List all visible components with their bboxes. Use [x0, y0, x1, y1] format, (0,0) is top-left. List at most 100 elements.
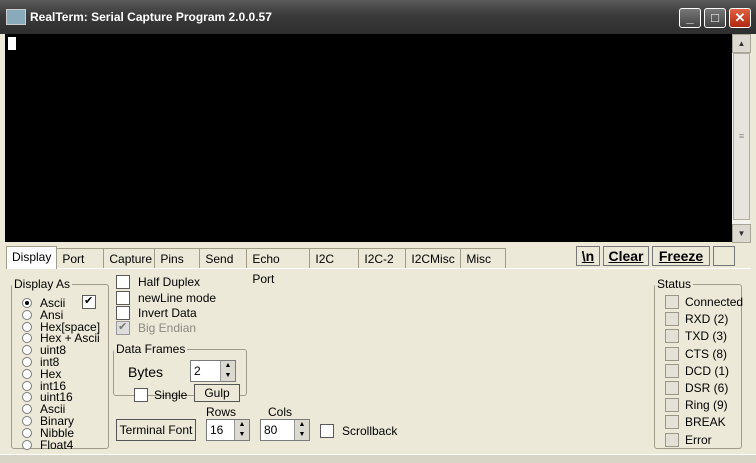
status-item: RXD (2): [665, 312, 729, 327]
radio-button[interactable]: [22, 368, 32, 379]
radio-button[interactable]: [22, 345, 32, 356]
tab-echo-port[interactable]: Echo Port: [246, 248, 311, 286]
cols-spinner[interactable]: 80 ▲ ▼: [260, 419, 310, 441]
scroll-up-icon[interactable]: ▲: [732, 34, 751, 53]
half-duplex-label: Half Duplex: [138, 275, 201, 289]
radio-button[interactable]: [22, 439, 32, 450]
radio-button[interactable]: [22, 392, 32, 403]
half-duplex-row[interactable]: Half Duplex: [116, 275, 200, 289]
spin-down-icon[interactable]: ▼: [294, 430, 309, 440]
big-endian-checkbox: [116, 320, 130, 335]
data-frames-legend: Data Frames: [116, 342, 186, 356]
tab-pins[interactable]: Pins: [154, 248, 201, 269]
spin-down-icon[interactable]: ▼: [234, 430, 249, 440]
status-indicator: [665, 432, 679, 447]
bytes-label: Bytes: [128, 364, 164, 380]
display-as-group: Display As AsciiAnsiHex[space]Hex + Asci…: [11, 277, 109, 452]
clear-button[interactable]: Clear: [603, 246, 649, 266]
cols-value: 80: [264, 423, 278, 437]
scroll-thumb[interactable]: ≡: [733, 53, 750, 220]
minimize-button[interactable]: _: [679, 8, 701, 28]
status-item: DCD (1): [665, 363, 729, 378]
close-button[interactable]: ✕: [729, 8, 751, 28]
tab-port[interactable]: Port: [56, 248, 105, 269]
tab-i2c-2[interactable]: I2C-2: [358, 248, 407, 269]
invert-data-row[interactable]: Invert Data: [116, 306, 197, 320]
status-item-label: Connected: [685, 295, 744, 309]
radio-button[interactable]: [22, 404, 32, 415]
tab-i2cmisc[interactable]: I2CMisc: [405, 248, 462, 269]
rows-label: Rows: [206, 405, 237, 419]
radio-button[interactable]: [22, 333, 32, 344]
half-duplex-checkbox[interactable]: [116, 275, 130, 289]
status-item-label: DCD (1): [685, 363, 729, 378]
spin-down-icon[interactable]: ▼: [220, 371, 235, 381]
status-item: Error: [665, 432, 712, 447]
single-label: Single: [154, 388, 188, 402]
radio-button[interactable]: [22, 309, 32, 320]
bytes-spinner[interactable]: 2 ▲ ▼: [190, 360, 236, 382]
status-item: Connected: [665, 295, 743, 309]
radio-button[interactable]: [22, 298, 32, 308]
tab-misc[interactable]: Misc: [460, 248, 507, 269]
gulp-button[interactable]: Gulp: [194, 384, 240, 402]
invert-data-checkbox[interactable]: [116, 306, 130, 320]
display-as-option[interactable]: Float4: [22, 437, 74, 452]
text-cursor: [8, 37, 16, 50]
tab-capture[interactable]: Capture: [103, 248, 156, 269]
radio-button[interactable]: [22, 357, 32, 367]
scrollback-row[interactable]: Scrollback: [320, 424, 397, 438]
status-item-label: TXD (3): [685, 329, 727, 344]
radio-button[interactable]: [22, 380, 32, 391]
status-item: TXD (3): [665, 329, 727, 344]
display-as-checkbox[interactable]: [82, 294, 96, 309]
tab-i2c[interactable]: I2C: [309, 248, 360, 269]
status-legend: Status: [657, 277, 692, 291]
radio-button[interactable]: [22, 416, 32, 426]
big-endian-label: Big Endian: [138, 321, 197, 335]
terminal-scrollbar[interactable]: ▲ ≡ ▼: [732, 34, 751, 243]
newline-mode-label: newLine mode: [138, 291, 217, 305]
tab-send[interactable]: Send: [199, 248, 248, 269]
status-indicator: [665, 363, 679, 378]
title-bar: RealTerm: Serial Capture Program 2.0.0.5…: [0, 0, 756, 34]
scroll-down-icon[interactable]: ▼: [732, 224, 751, 243]
single-checkbox[interactable]: [134, 388, 148, 402]
status-item-label: Ring (9): [685, 398, 728, 413]
terminal-output[interactable]: [5, 34, 732, 242]
status-item-label: RXD (2): [685, 312, 729, 327]
status-item-label: BREAK: [685, 415, 726, 430]
display-as-option-label: Float4: [40, 437, 74, 452]
status-item: BREAK: [665, 415, 726, 430]
radio-button[interactable]: [22, 427, 32, 438]
data-frames-group: Data Frames Bytes 2 ▲ ▼ Single Gulp: [113, 342, 247, 402]
display-tab-panel: Display As AsciiAnsiHex[space]Hex + Asci…: [6, 268, 751, 452]
terminal-font-button[interactable]: Terminal Font: [116, 419, 196, 441]
newline-mode-row[interactable]: newLine mode: [116, 291, 216, 305]
radio-button[interactable]: [22, 321, 32, 332]
status-item-label: CTS (8): [685, 346, 727, 361]
invert-data-label: Invert Data: [138, 306, 197, 320]
status-item-label: DSR (6): [685, 381, 729, 395]
rows-spinner[interactable]: 16 ▲ ▼: [206, 419, 250, 441]
status-indicator: [665, 312, 679, 327]
newline-mode-checkbox[interactable]: [116, 291, 130, 305]
extra-toggle-button[interactable]: [713, 246, 735, 266]
status-group: Status Connected RXD (2) TXD (3) CTS (8) DCD…: [654, 277, 743, 449]
spin-up-icon[interactable]: ▲: [220, 361, 235, 371]
bytes-value: 2: [194, 364, 201, 378]
spin-up-icon[interactable]: ▲: [234, 420, 249, 430]
spin-up-icon[interactable]: ▲: [294, 420, 309, 430]
newline-button[interactable]: \n: [576, 246, 600, 266]
scrollback-checkbox[interactable]: [320, 424, 334, 438]
freeze-button[interactable]: Freeze: [652, 246, 710, 266]
cols-label: Cols: [268, 405, 293, 419]
big-endian-row: Big Endian: [116, 320, 197, 335]
tab-bar: Display Port Capture Pins Send Echo Port…: [6, 246, 507, 286]
status-indicator: [665, 329, 679, 344]
window-title: RealTerm: Serial Capture Program 2.0.0.5…: [30, 10, 272, 24]
status-item-label: Error: [685, 432, 712, 447]
maximize-button[interactable]: □: [704, 8, 726, 28]
status-indicator: [665, 381, 679, 395]
tab-display[interactable]: Display: [6, 246, 58, 269]
